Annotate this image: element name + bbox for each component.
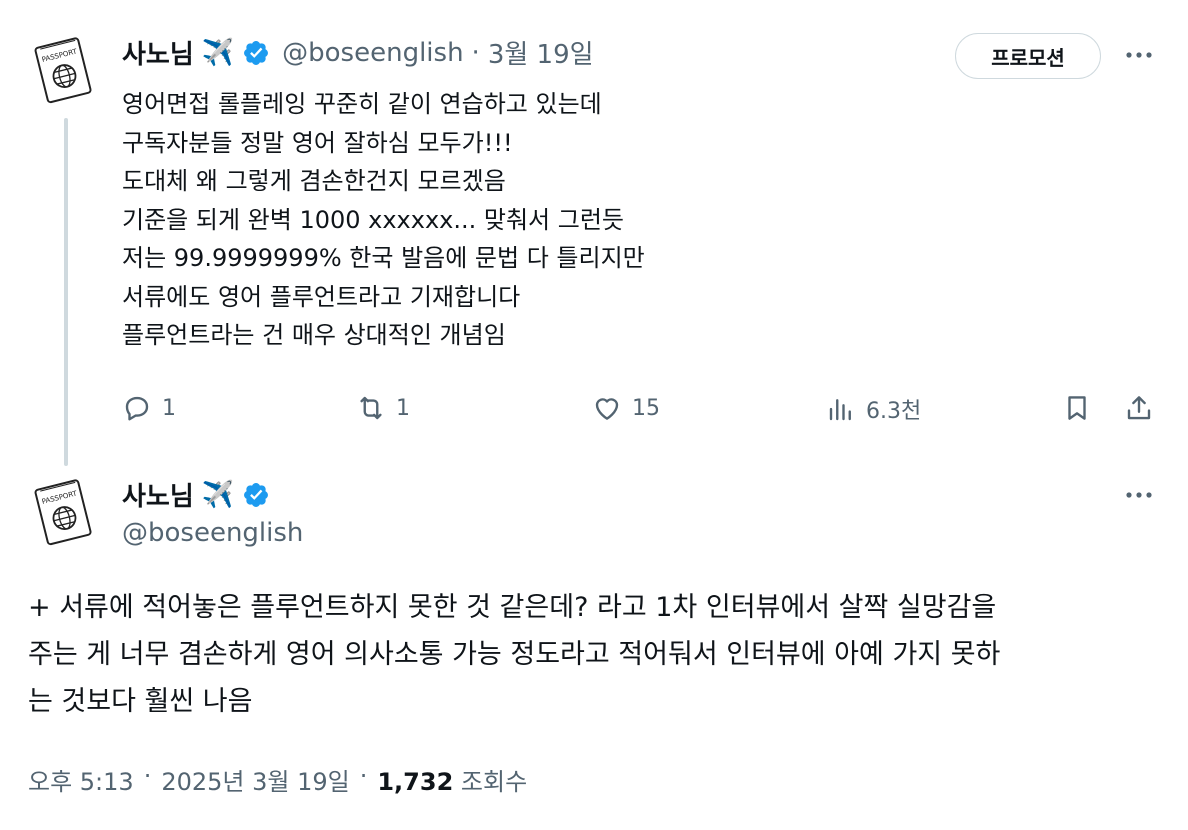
analytics-icon [829,399,851,421]
passport-icon: PASSPORT [34,479,92,546]
tweet-text-line: 도대체 왜 그렇게 겸손한건지 모르겠음 [122,167,506,195]
like-button[interactable]: 15 [592,393,660,423]
separator: · [359,762,368,790]
tweet-text-line: 서류에도 영어 플루언트라고 기재합니다 [122,282,521,311]
bookmark-button[interactable] [1062,393,1092,423]
share-button[interactable] [1124,393,1154,423]
repost-count: 1 [396,395,410,421]
airplane-emoji: ✈️ [201,37,235,68]
airplane-emoji: ✈️ [201,479,235,510]
share-icon [1127,396,1151,420]
verified-badge-icon[interactable] [242,39,270,67]
heart-icon [595,398,619,420]
avatar[interactable]: PASSPORT [24,30,104,110]
display-name[interactable]: 사노님 [122,34,194,71]
tweet-text-line: + 서류에 적어놓은 플루언트하지 못한 것 같은데? 라고 1차 인터뷰에서 … [28,592,997,623]
bookmark-icon [1068,396,1086,420]
reply-icon [125,396,149,421]
tweet-text-line: 영어면접 롤플레잉 꾸준히 같이 연습하고 있는데 [122,90,602,118]
repost-icon [360,396,382,420]
repost-button[interactable]: 1 [356,393,410,423]
promote-button[interactable]: 프로모션 [955,33,1101,79]
tweet-full-date[interactable]: 2025년 3월 19일 [161,762,349,797]
tweet-date[interactable]: 3월 19일 [488,34,594,71]
separator: · [471,37,480,68]
tweet-text-line: 플루언트라는 건 매우 상대적인 개념임 [122,321,506,349]
view-count: 1,732 [377,768,454,796]
verified-badge-icon[interactable] [242,481,270,509]
tweet2-body: + 서류에 적어놓은 플루언트하지 못한 것 같은데? 라고 1차 인터뷰에서 … [28,584,1168,725]
tweet-metadata: 오후 5:13 · 2025년 3월 19일 · 1,732 조회수 [28,762,527,797]
tweet1-body: 영어면접 롤플레잉 꾸준히 같이 연습하고 있는데 구독자분들 정말 영어 잘하… [122,85,645,355]
views-button[interactable]: 6.3천 [826,393,921,425]
separator: · [143,762,152,790]
tweet-text-line: 저는 99.9999999% 한국 발음에 문법 다 틀리지만 [122,244,645,272]
tweet-text-line: 기준을 되게 완벽 1000 xxxxxx... 맞춰서 그런듯 [122,205,624,234]
like-count: 15 [632,395,660,421]
more-options-icon[interactable] [1122,38,1156,72]
passport-icon: PASSPORT [34,37,92,104]
display-name[interactable]: 사노님 [122,476,194,513]
views-count: 6.3천 [866,399,922,424]
thread-line [64,118,68,466]
view-label: 조회수 [460,768,528,796]
handle[interactable]: @boseenglish [282,38,463,68]
tweet-text-line: 구독자분들 정말 영어 잘하심 모두가!!! [122,128,513,157]
handle[interactable]: @boseenglish [122,518,303,548]
tweet-time[interactable]: 오후 5:13 [28,762,134,797]
more-options-icon[interactable] [1122,478,1156,512]
tweet2-header: 사노님 ✈️ [122,476,270,513]
tweet-text-line: 는 것보다 훨씬 나음 [28,686,253,717]
avatar[interactable]: PASSPORT [24,472,104,552]
tweet1-header: 사노님 ✈️ @boseenglish · 3월 19일 [122,34,594,71]
tweet-text-line: 주는 게 너무 겸손하게 영어 의사소통 가능 정도라고 적어둬서 인터뷰에 아… [28,639,1001,670]
reply-count: 1 [162,395,176,421]
reply-button[interactable]: 1 [122,393,176,423]
